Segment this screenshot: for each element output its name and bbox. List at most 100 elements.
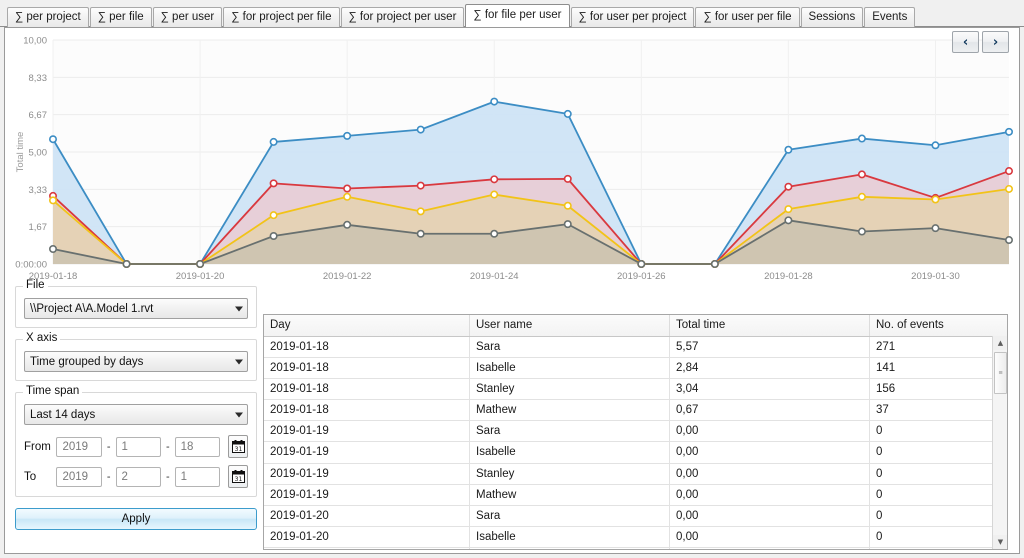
tab-8[interactable]: Sessions	[800, 7, 864, 27]
table-row[interactable]: 2019-01-20 Sara 0,00 0	[264, 505, 1007, 527]
x-axis-group: X axis Time grouped by days	[15, 332, 257, 381]
apply-button-label: Apply	[121, 513, 151, 525]
cell-0: 2019-01-20	[264, 547, 470, 549]
tab-label: Events	[872, 11, 908, 23]
cell-1: Stanley	[470, 463, 670, 484]
cell-3: 0	[876, 425, 883, 438]
data-point	[269, 179, 278, 188]
file-group: File \\Project A\A.Model 1.rvt	[15, 279, 257, 328]
table-row[interactable]: 2019-01-20Stanley0,000	[264, 547, 1007, 549]
y-tick-label: 10,00	[23, 36, 47, 47]
table-row[interactable]: 2019-01-19 Sara 0,00 0	[264, 421, 1007, 443]
data-point	[931, 141, 940, 150]
scrollbar-thumb[interactable]: ≡	[994, 352, 1007, 394]
data-point	[857, 170, 866, 179]
data-point	[490, 229, 499, 238]
tab-0[interactable]: ∑ per project	[7, 7, 89, 27]
from-year-input[interactable]: 2019	[56, 436, 102, 457]
time-span-select[interactable]: Last 14 days	[24, 404, 248, 425]
to-day-input[interactable]: 1	[174, 466, 221, 487]
data-point	[416, 125, 425, 134]
tab-strip: ∑ per project ∑ per file ∑ per user ∑ for p…	[0, 0, 1024, 27]
apply-button[interactable]: Apply	[15, 508, 257, 530]
data-point	[784, 216, 793, 225]
scroll-down-arrow-icon[interactable]: ▼	[993, 535, 1007, 549]
table-row[interactable]: 2019-01-20 Isabelle 0,00 0	[264, 526, 1007, 548]
tab-9[interactable]: Events	[864, 7, 916, 27]
data-point	[637, 260, 646, 269]
from-month-input[interactable]: 1	[115, 436, 161, 457]
cell-2: 2,84	[670, 358, 870, 379]
data-point	[343, 220, 352, 229]
to-date-row: To 2019 - 2 - 1 31	[24, 465, 248, 488]
chevron-right-icon[interactable]: ›	[982, 31, 1009, 53]
y-tick-label: 8,33	[29, 73, 48, 84]
table-row[interactable]: 2019-01-19 Stanley 0,00 0	[264, 463, 1007, 485]
column-header-0[interactable]: Day	[264, 315, 470, 336]
tab-5[interactable]: ∑ for file per user	[465, 4, 570, 27]
cell-1: Sara	[470, 421, 670, 442]
chevron-down-icon	[235, 412, 243, 417]
cell-3: 0	[876, 488, 883, 501]
scroll-up-arrow-icon[interactable]: ▲	[993, 336, 1007, 350]
tab-2[interactable]: ∑ per user	[152, 7, 223, 27]
cell-1: Isabelle	[470, 442, 670, 463]
from-day-input[interactable]: 18	[174, 436, 221, 457]
calendar-icon[interactable]: 31	[228, 465, 248, 488]
cell-0: 2019-01-19	[264, 421, 470, 442]
time-span-group-label: Time span	[23, 385, 83, 397]
data-point	[563, 174, 572, 183]
cell-3: 141	[876, 362, 896, 375]
tab-1[interactable]: ∑ per file	[89, 7, 152, 27]
tab-6[interactable]: ∑ for user per project	[570, 7, 695, 27]
data-grid-scrollbar[interactable]: ▲ ≡ ▼	[992, 336, 1007, 549]
cell-1: Sara	[470, 505, 670, 526]
date-separator: -	[106, 470, 111, 483]
from-label: From	[24, 440, 51, 453]
table-row[interactable]: 2019-01-18 Mathew 0,67 37	[264, 400, 1007, 422]
y-tick-label: 0:00:00	[15, 260, 47, 271]
table-row[interactable]: 2019-01-19 Isabelle 0,00 0	[264, 442, 1007, 464]
tab-7[interactable]: ∑ for user per file	[695, 7, 800, 27]
y-tick-label: 1,67	[29, 222, 48, 233]
column-header-2[interactable]: Total time	[670, 315, 870, 336]
table-row[interactable]: 2019-01-19 Mathew 0,00 0	[264, 484, 1007, 506]
table-row[interactable]: 2019-01-18 Isabelle 2,84 141	[264, 358, 1007, 380]
data-point	[48, 135, 57, 144]
table-row[interactable]: 2019-01-18 Sara 5,57 271	[264, 337, 1007, 359]
y-tick-label: 6,67	[29, 110, 48, 121]
data-point	[1004, 167, 1013, 176]
file-group-label: File	[23, 279, 48, 291]
data-point	[269, 137, 278, 146]
cell-2: 0,00	[670, 526, 870, 547]
cell-0: 2019-01-18	[264, 400, 470, 421]
tab-label: ∑ per file	[97, 11, 144, 23]
cell-1: Isabelle	[470, 526, 670, 547]
data-point	[784, 182, 793, 191]
tab-3[interactable]: ∑ for project per file	[223, 7, 340, 27]
filter-controls: File \\Project A\A.Model 1.rvt X axis Ti…	[15, 279, 257, 552]
file-select[interactable]: \\Project A\A.Model 1.rvt	[24, 298, 248, 319]
tab-4[interactable]: ∑ for project per user	[340, 7, 465, 27]
to-year-input[interactable]: 2019	[56, 466, 102, 487]
data-point	[931, 224, 940, 233]
cell-0: 2019-01-18	[264, 358, 470, 379]
cell-1: Stanley	[470, 379, 670, 400]
from-date-row: From 2019 - 1 - 18 31	[24, 435, 248, 458]
file-select-value: \\Project A\A.Model 1.rvt	[30, 302, 154, 315]
column-header-3[interactable]: No. of events	[870, 315, 993, 336]
to-month-input[interactable]: 2	[115, 466, 161, 487]
tab-label: ∑ per user	[160, 11, 215, 23]
chevron-left-icon[interactable]: ‹	[952, 31, 979, 53]
tab-label: ∑ for file per user	[473, 9, 562, 21]
column-header-1[interactable]: User name	[470, 315, 670, 336]
cell-0: 2019-01-20	[264, 505, 470, 526]
data-point	[343, 184, 352, 193]
data-point	[1004, 127, 1013, 136]
x-axis-select[interactable]: Time grouped by days	[24, 351, 248, 372]
data-point	[1004, 184, 1013, 193]
total-time-area-chart: 0:00:00 1,67 3,33 5,00 6,67 8,33 10,00 2019-01-…	[15, 36, 1013, 282]
calendar-icon[interactable]: 31	[228, 435, 248, 458]
table-row[interactable]: 2019-01-18 Stanley 3,04 156	[264, 379, 1007, 401]
to-label: To	[24, 470, 37, 483]
